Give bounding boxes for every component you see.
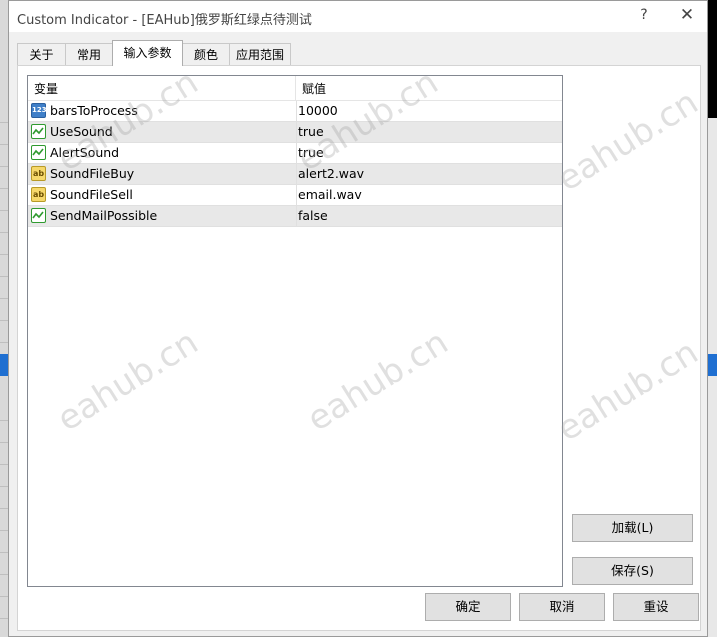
tab-common[interactable]: 常用: [65, 43, 113, 65]
row-value[interactable]: false: [298, 206, 328, 226]
tab-visualization[interactable]: 应用范围: [229, 43, 291, 65]
row-value[interactable]: 10000: [298, 101, 338, 121]
table-row[interactable]: AlertSound true: [28, 143, 562, 164]
table-row[interactable]: ab SoundFileBuy alert2.wav: [28, 164, 562, 185]
background-window-right: [708, 0, 717, 637]
ok-button[interactable]: 确定: [425, 593, 511, 621]
save-button[interactable]: 保存(S): [572, 557, 693, 585]
table-row[interactable]: 123 barsToProcess 10000: [28, 101, 562, 122]
load-button[interactable]: 加载(L): [572, 514, 693, 542]
boolean-icon: [31, 145, 46, 160]
row-name: SendMailPossible: [50, 208, 158, 223]
row-name: SoundFileSell: [50, 187, 133, 202]
close-icon[interactable]: ✕: [677, 5, 697, 25]
boolean-icon: [31, 124, 46, 139]
row-value[interactable]: true: [298, 122, 324, 142]
string-icon: ab: [31, 166, 46, 181]
row-name: AlertSound: [50, 145, 120, 160]
cancel-button[interactable]: 取消: [519, 593, 605, 621]
row-name: UseSound: [50, 124, 113, 139]
row-name: SoundFileBuy: [50, 166, 135, 181]
title-bar: Custom Indicator - [EAHub]俄罗斯红绿点待测试 ? ✕: [9, 1, 707, 32]
window-title: Custom Indicator - [EAHub]俄罗斯红绿点待测试: [17, 13, 312, 28]
tab-colors[interactable]: 颜色: [182, 43, 230, 65]
reset-button[interactable]: 重设: [613, 593, 699, 621]
custom-indicator-dialog: Custom Indicator - [EAHub]俄罗斯红绿点待测试 ? ✕ …: [8, 0, 708, 637]
row-value[interactable]: alert2.wav: [298, 164, 364, 184]
row-name: barsToProcess: [50, 103, 138, 118]
tab-about[interactable]: 关于: [17, 43, 66, 65]
table-row[interactable]: ab SoundFileSell email.wav: [28, 185, 562, 206]
tab-bar: 关于 常用 输入参数 颜色 应用范围: [17, 40, 317, 67]
boolean-icon: [31, 208, 46, 223]
integer-icon: 123: [31, 103, 47, 118]
row-value[interactable]: true: [298, 143, 324, 163]
table-row[interactable]: UseSound true: [28, 122, 562, 143]
table-row[interactable]: SendMailPossible false: [28, 206, 562, 227]
column-header-value[interactable]: 赋值: [296, 76, 562, 100]
tab-inputs[interactable]: 输入参数: [112, 40, 183, 66]
inputs-table: 变量 赋值 123 barsToProcess 10000 UseSound t…: [27, 75, 563, 587]
string-icon: ab: [31, 187, 46, 202]
help-icon[interactable]: ?: [635, 7, 653, 25]
row-value[interactable]: email.wav: [298, 185, 362, 205]
table-header: 变量 赋值: [28, 76, 562, 101]
column-header-variable[interactable]: 变量: [28, 76, 296, 100]
